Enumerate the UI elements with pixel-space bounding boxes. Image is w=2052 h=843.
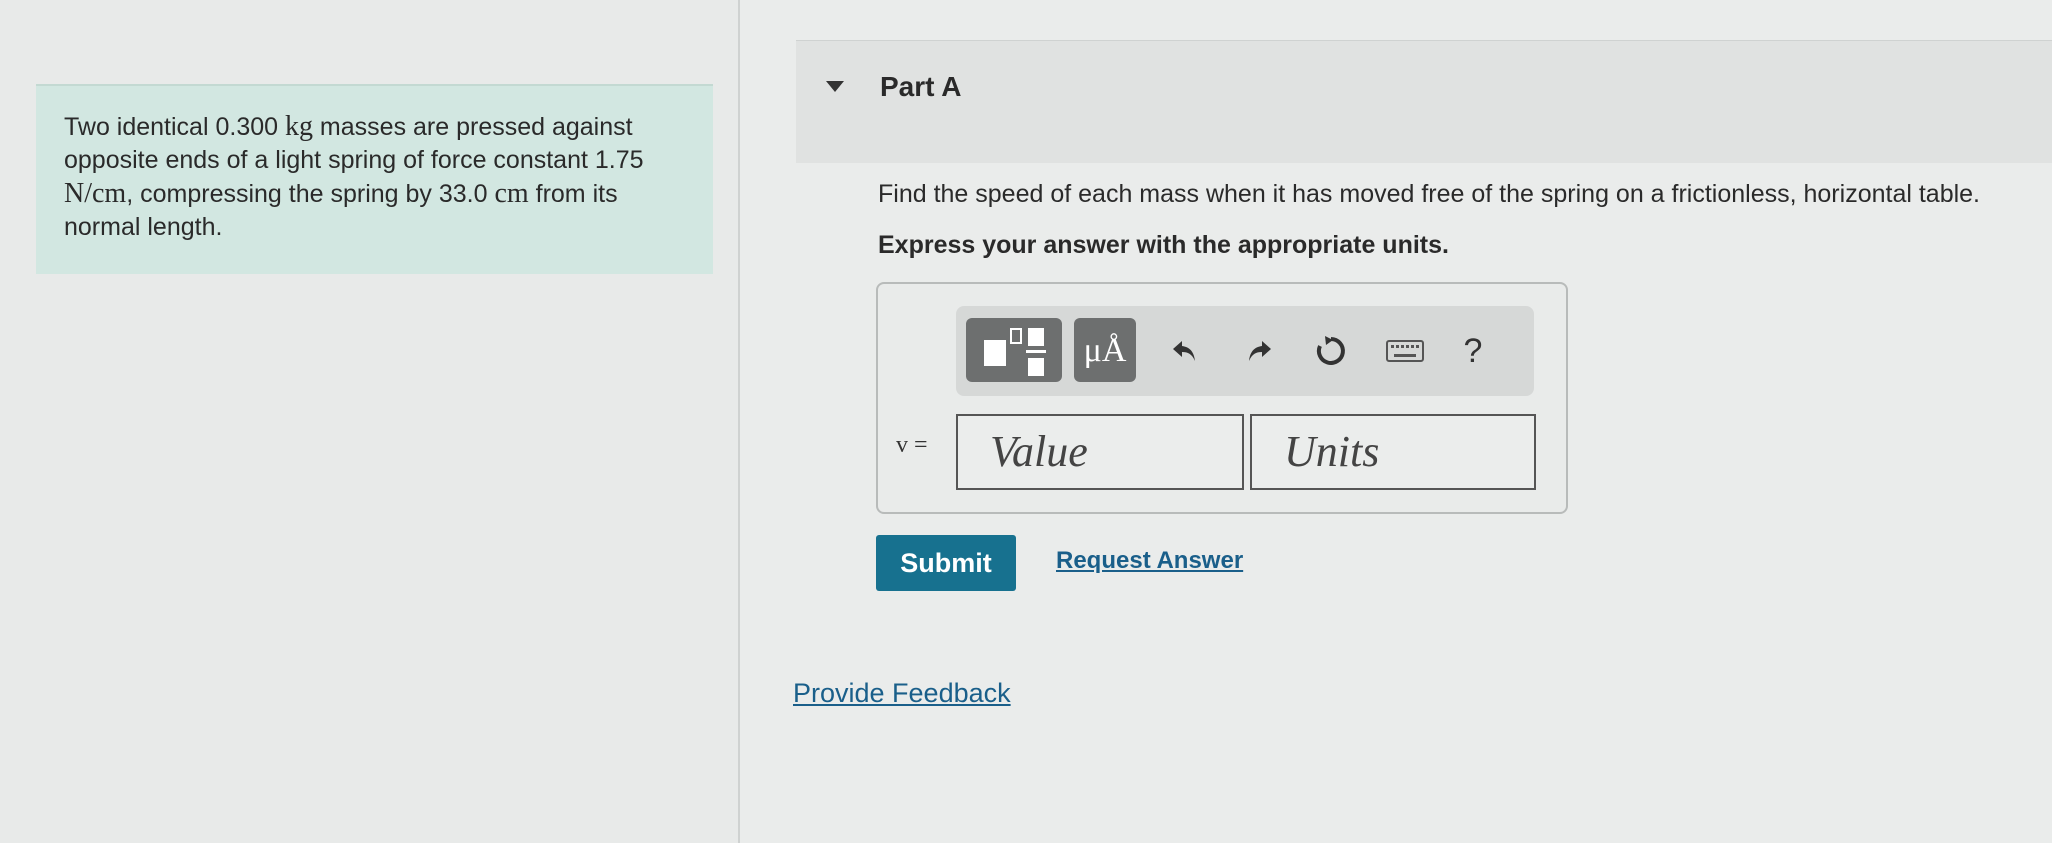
variable-label: v = xyxy=(896,432,928,458)
problem-statement: Two identical 0.300 kg masses are presse… xyxy=(64,110,685,244)
answer-box: μÅ ? v = Value Units xyxy=(876,282,1568,514)
undo-icon[interactable] xyxy=(1162,328,1208,374)
value-input[interactable]: Value xyxy=(956,414,1244,490)
answer-pane: Part A Find the speed of each mass when … xyxy=(740,0,2052,843)
submit-button[interactable]: Submit xyxy=(876,535,1016,591)
unit-cm: cm xyxy=(494,178,529,209)
units-icon: μÅ xyxy=(1083,332,1127,369)
unit-n-per-cm: N/cm xyxy=(64,178,127,209)
keyboard-icon[interactable] xyxy=(1382,328,1428,374)
units-button[interactable]: μÅ xyxy=(1074,318,1136,382)
instruction-text: Express your answer with the appropriate… xyxy=(878,231,1449,259)
problem-statement-box: Two identical 0.300 kg masses are presse… xyxy=(36,84,713,274)
provide-feedback-link[interactable]: Provide Feedback xyxy=(793,678,1011,709)
problem-text-1: Two identical 0.300 xyxy=(64,113,285,141)
units-input[interactable]: Units xyxy=(1250,414,1536,490)
collapse-caret-icon[interactable] xyxy=(826,81,844,92)
request-answer-link[interactable]: Request Answer xyxy=(1056,547,1243,575)
math-toolbar: μÅ ? xyxy=(956,306,1534,396)
help-icon[interactable]: ? xyxy=(1450,328,1496,374)
templates-button[interactable] xyxy=(966,318,1062,382)
problem-pane: Two identical 0.300 kg masses are presse… xyxy=(0,0,738,843)
problem-text-3: , compressing the spring by 33.0 xyxy=(126,180,495,208)
question-text: Find the speed of each mass when it has … xyxy=(878,180,1981,208)
part-header[interactable]: Part A xyxy=(796,40,2052,163)
reset-icon[interactable] xyxy=(1308,328,1354,374)
redo-icon[interactable] xyxy=(1236,328,1282,374)
part-title: Part A xyxy=(880,71,962,102)
unit-kg: kg xyxy=(284,111,313,142)
